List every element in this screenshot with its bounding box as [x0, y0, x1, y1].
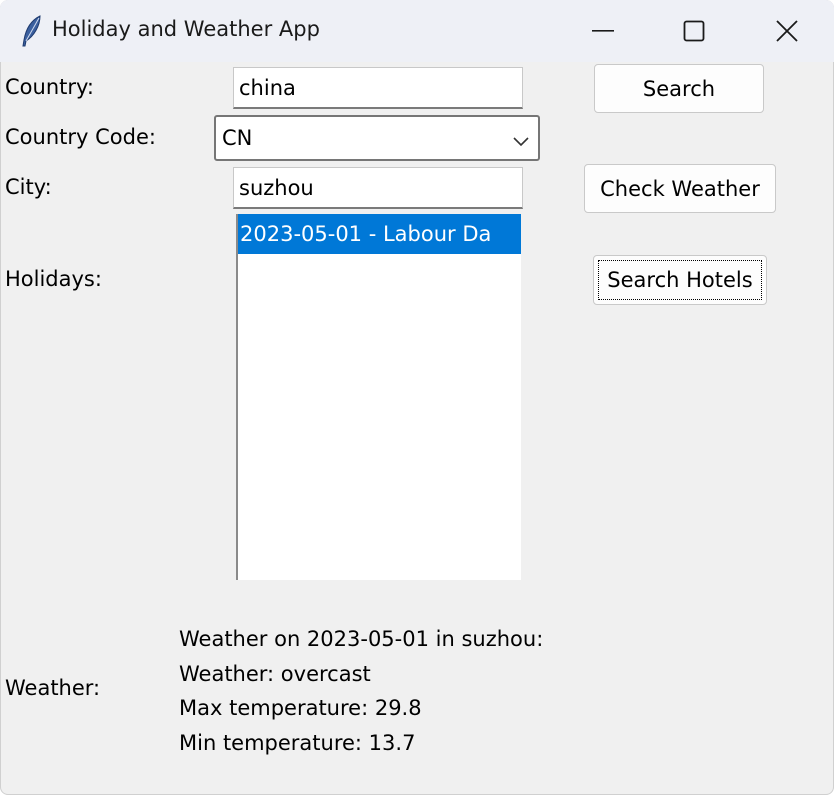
close-icon — [776, 20, 798, 42]
window-title: Holiday and Weather App — [52, 17, 320, 41]
country-input[interactable]: china — [233, 67, 523, 109]
title-bar[interactable]: Holiday and Weather App — [0, 0, 834, 62]
list-item[interactable]: 2023-05-01 - Labour Da — [238, 214, 521, 254]
weather-output: Weather on 2023-05-01 in suzhou: Weather… — [179, 622, 543, 760]
holiday-item-text: 2023-05-01 - Labour Da — [240, 222, 492, 246]
weather-line-condition: Weather: overcast — [179, 661, 371, 686]
weather-label: Weather: — [5, 676, 101, 700]
country-code-value: CN — [222, 126, 253, 150]
holidays-listbox[interactable]: 2023-05-01 - Labour Da — [236, 214, 521, 580]
city-input[interactable]: suzhou — [233, 167, 523, 209]
app-window: Holiday and Weather App Country: china S… — [0, 0, 834, 795]
maximize-icon — [683, 20, 705, 42]
check-weather-button-label: Check Weather — [600, 176, 760, 201]
weather-line-header: Weather on 2023-05-01 in suzhou: — [179, 627, 544, 651]
search-button-label: Search — [642, 76, 716, 101]
search-button[interactable]: Search — [594, 64, 764, 113]
search-hotels-button[interactable]: Search Hotels — [593, 255, 767, 305]
chevron-down-icon[interactable] — [512, 130, 530, 147]
country-code-label: Country Code: — [5, 125, 156, 149]
city-input-value: suzhou — [239, 175, 314, 200]
weather-line-min-temp: Min temperature: 13.7 — [179, 730, 416, 755]
holidays-label: Holidays: — [5, 267, 102, 291]
check-weather-button[interactable]: Check Weather — [584, 164, 776, 213]
weather-line-max-temp: Max temperature: 29.8 — [179, 696, 422, 720]
city-label: City: — [5, 175, 52, 199]
country-input-value: china — [239, 75, 296, 100]
search-hotels-button-label: Search Hotels — [607, 268, 753, 292]
country-code-select[interactable]: CN — [214, 115, 540, 161]
minimize-button[interactable] — [557, 0, 649, 62]
minimize-icon — [592, 30, 614, 32]
maximize-button[interactable] — [648, 0, 740, 62]
country-label: Country: — [5, 75, 94, 99]
close-button[interactable] — [741, 0, 833, 62]
feather-icon — [20, 14, 44, 48]
